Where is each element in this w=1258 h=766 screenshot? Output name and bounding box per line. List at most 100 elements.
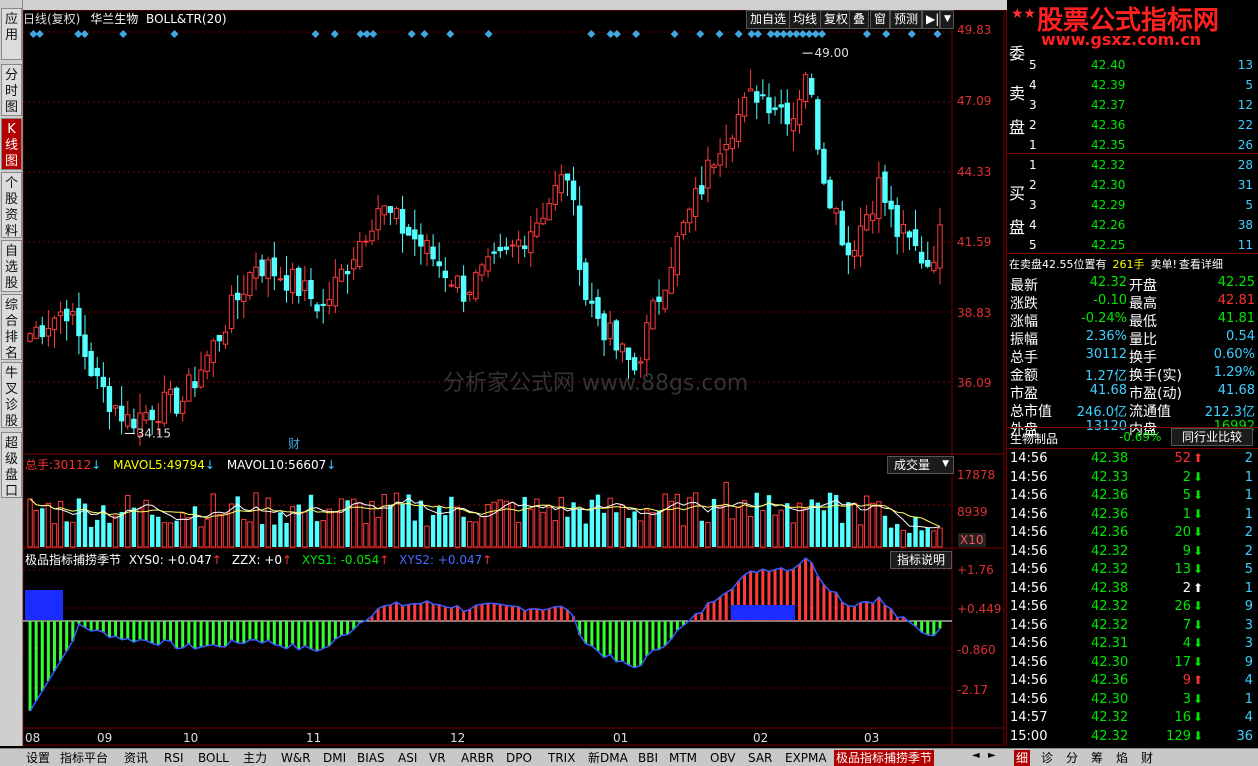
candle-up xyxy=(650,300,656,330)
signal-diamond xyxy=(330,30,339,38)
volume-bar-up xyxy=(638,520,644,548)
volume-bar-up xyxy=(735,507,742,548)
volume-bar-up xyxy=(424,525,430,548)
toolbar-button-3[interactable]: 叠 xyxy=(849,10,870,29)
candle-down xyxy=(344,271,351,275)
buy-level: 2 xyxy=(1029,178,1037,192)
tick-price: 42.32 xyxy=(1091,599,1129,614)
left-tab-3[interactable]: 个股资料 xyxy=(1,172,22,239)
volume-bar-down xyxy=(88,526,94,547)
bottom-tab-19[interactable]: EXPMA xyxy=(783,750,829,766)
bottom-tab-2[interactable]: 资讯 xyxy=(122,750,150,766)
left-tab-0[interactable]: 应用 xyxy=(1,8,22,60)
candle-up xyxy=(467,291,473,296)
bottom-tab-17[interactable]: OBV xyxy=(708,750,738,766)
right-bottom-tab-4[interactable]: 焰 xyxy=(1114,750,1130,766)
tick-count: 9 xyxy=(1244,599,1253,614)
bottom-tab-11[interactable]: ARBR xyxy=(459,750,496,766)
tab-scroll-right-icon[interactable]: ► xyxy=(988,750,996,761)
price-axis-label: 44.33 xyxy=(957,165,992,179)
right-bottom-tab-2[interactable]: 分 xyxy=(1064,750,1080,766)
bottom-tab-18[interactable]: SAR xyxy=(746,750,774,766)
candle-down xyxy=(82,334,88,357)
bottom-tab-13[interactable]: TRIX xyxy=(546,750,577,766)
candle-up xyxy=(424,239,430,254)
chevron-down-icon[interactable]: ▼ xyxy=(940,10,954,29)
volume-bar-up xyxy=(900,529,907,548)
right-bottom-tab-3[interactable]: 筹 xyxy=(1089,750,1105,766)
bottom-tab-8[interactable]: BIAS xyxy=(355,750,387,766)
candle-down xyxy=(234,292,241,301)
tick-time: 14:56 xyxy=(1010,599,1048,614)
candle-up xyxy=(857,225,864,257)
quote-key: 最新 xyxy=(1010,278,1038,294)
toolbar-button-2[interactable]: 复权 xyxy=(820,10,853,29)
bottom-tab-16[interactable]: MTM xyxy=(667,750,699,766)
volume-bar-down xyxy=(699,520,704,547)
tab-scroll-left-icon[interactable]: ◄ xyxy=(972,750,980,761)
candle-up xyxy=(717,153,723,166)
notice-detail-link[interactable]: 查看详细 xyxy=(1179,258,1223,271)
bottom-tab-1[interactable]: 指标平台 xyxy=(58,750,110,766)
quote-key: 流通值 xyxy=(1129,404,1171,420)
volume-bar-up xyxy=(180,512,186,548)
quote-value: 212.3亿 xyxy=(1204,405,1255,420)
bottom-tab-12[interactable]: DPO xyxy=(504,750,534,766)
order-notice[interactable]: 在卖盘42.55位置有 261手 卖单! 查看详细 xyxy=(1009,256,1223,272)
right-bottom-tab-1[interactable]: 诊 xyxy=(1039,750,1055,766)
volume-bar-up xyxy=(662,493,668,548)
bottom-tab-14[interactable]: 新DMA xyxy=(586,750,630,766)
tick-volume: 26 xyxy=(1174,599,1191,614)
candle-up xyxy=(448,284,455,287)
volume-bar-up xyxy=(363,523,369,548)
bottom-tab-3[interactable]: RSI xyxy=(162,750,186,766)
toolbar-button-0[interactable]: 加自选 xyxy=(746,10,791,29)
indicator-help-button[interactable]: 指标说明 xyxy=(890,551,953,569)
volume-bar-down xyxy=(400,503,405,547)
bottom-tab-15[interactable]: BBI xyxy=(636,750,660,766)
tick-direction-icon: ⬆ xyxy=(1193,580,1204,595)
toolbar-button-5[interactable]: 预测 xyxy=(890,10,923,29)
industry-compare-button[interactable]: 同行业比较 xyxy=(1171,428,1253,446)
bottom-tab-7[interactable]: DMI xyxy=(321,750,348,766)
quote-value: 41.68 xyxy=(1089,383,1127,398)
price-axis-label: 47.09 xyxy=(957,94,992,108)
left-tab-6[interactable]: 牛叉诊股 xyxy=(1,362,22,429)
volume-bar-up xyxy=(802,508,809,548)
right-bottom-tab-5[interactable]: 财 xyxy=(1139,750,1155,766)
bottom-tab-4[interactable]: BOLL xyxy=(196,750,231,766)
left-tab-4[interactable]: 自选股 xyxy=(1,240,22,292)
volume-indicator-dropdown[interactable]: 成交量 ▼ xyxy=(887,456,954,474)
toolbar-button-1[interactable]: 均线 xyxy=(789,10,822,29)
bottom-tab-5[interactable]: 主力 xyxy=(241,750,269,766)
sell-volume: 22 xyxy=(1237,118,1253,132)
month-label: 02 xyxy=(753,731,769,745)
volume-bar-down xyxy=(406,494,411,547)
left-tab-7[interactable]: 超级盘口 xyxy=(1,432,22,499)
toolbar-button-4[interactable]: 窗 xyxy=(870,10,891,29)
candle-up xyxy=(833,208,839,214)
left-tab-1[interactable]: 分时图 xyxy=(1,64,22,116)
bottom-tab-6[interactable]: W&R xyxy=(279,750,313,766)
chart-area[interactable]: 49.00 34.15 财 分析家公式网 www.88gs.com xyxy=(23,10,1005,746)
volume-bar-up xyxy=(796,502,803,548)
zzx-value: ZZX: +0 xyxy=(231,553,283,567)
order-label-wei: 委 xyxy=(1009,44,1026,63)
bottom-tab-0[interactable]: 设置 xyxy=(24,750,52,766)
volume-bar-down xyxy=(449,496,454,547)
pin-icon[interactable]: ▶| xyxy=(922,10,940,29)
volume-bar-up xyxy=(485,504,491,548)
left-tab-5[interactable]: 综合排名 xyxy=(1,294,22,361)
candle-up xyxy=(534,222,540,237)
candle-up xyxy=(662,289,668,310)
right-bottom-tab-0[interactable]: 细 xyxy=(1014,750,1031,766)
bottom-tab-9[interactable]: ASI xyxy=(396,750,419,766)
left-tab-2[interactable]: K线图 xyxy=(1,118,22,170)
signal-diamond xyxy=(715,30,724,38)
volume-bar-up xyxy=(772,514,778,548)
candle-up xyxy=(332,276,339,307)
candle-up xyxy=(277,278,284,281)
bottom-tab-20[interactable]: 极品指标捕捞季节 xyxy=(834,750,935,766)
bottom-tab-10[interactable]: VR xyxy=(427,750,448,766)
candle-up xyxy=(515,239,522,247)
